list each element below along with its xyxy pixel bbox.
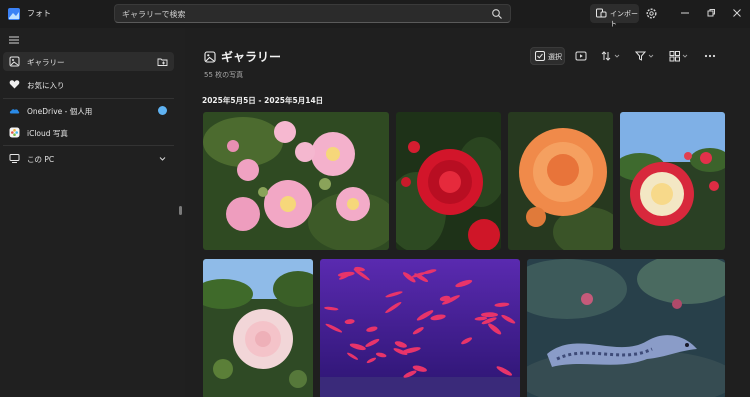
sync-status-icon (158, 106, 167, 115)
photo-red-rose[interactable] (396, 112, 501, 250)
onedrive-icon (9, 109, 20, 114)
minimize-icon[interactable] (679, 7, 691, 19)
sort-icon[interactable] (601, 50, 621, 62)
sidebar-item-onedrive[interactable]: OneDrive - 個人用 (3, 101, 174, 120)
add-folder-icon[interactable] (157, 56, 168, 67)
photo-white-pink-rose[interactable] (203, 259, 313, 397)
checkbox-icon (535, 51, 545, 61)
pc-icon (9, 154, 20, 163)
select-button[interactable]: 選択 (530, 47, 565, 65)
import-icon (596, 8, 607, 18)
sidebar-item-icloud[interactable]: iCloud 写真 (3, 123, 174, 142)
app-title: フォト (27, 9, 51, 18)
restore-icon[interactable] (705, 7, 717, 19)
photos-app-icon (8, 8, 20, 20)
sidebar-divider (3, 98, 174, 99)
heart-icon (9, 80, 20, 89)
search-icon[interactable] (491, 8, 503, 20)
slideshow-icon[interactable] (575, 50, 587, 62)
gear-icon[interactable] (645, 7, 658, 20)
date-group-header: 2025年5月5日 - 2025年5月14日 (202, 96, 324, 105)
import-button[interactable]: インポート (590, 4, 639, 28)
sidebar-item-label: お気に入り (27, 81, 65, 90)
sidebar-item-label: ギャラリー (27, 58, 65, 67)
sidebar-divider (3, 145, 174, 146)
photo-count: 55 枚の写真 (204, 71, 244, 79)
filter-icon[interactable] (635, 50, 655, 62)
sidebar-item-this-pc[interactable]: この PC (3, 149, 174, 168)
search-placeholder[interactable]: ギャラリーで検索 (122, 9, 186, 20)
photo-aquarium-red-fish[interactable] (320, 259, 520, 397)
chevron-down-icon[interactable] (157, 153, 168, 164)
select-label: 選択 (548, 53, 562, 61)
gallery-icon (204, 51, 216, 63)
gallery-icon (9, 56, 20, 67)
sidebar-item-gallery[interactable]: ギャラリー (3, 52, 174, 71)
icloud-icon (9, 127, 20, 138)
sidebar-item-label: OneDrive - 個人用 (27, 107, 93, 116)
hamburger-menu-icon[interactable] (8, 35, 20, 45)
view-options-icon[interactable] (669, 50, 689, 62)
page-title: ギャラリー (221, 50, 282, 64)
photo-orange-rose[interactable] (508, 112, 613, 250)
sidebar: ギャラリー お気に入り OneDrive - 個人用 iCloud 写真 この … (0, 28, 178, 397)
sidebar-item-label: この PC (27, 155, 55, 164)
import-label: インポート (610, 10, 638, 28)
search-box[interactable]: ギャラリーで検索 (114, 4, 511, 23)
photo-aquarium-moray-eel[interactable] (527, 259, 725, 397)
close-icon[interactable] (731, 7, 743, 19)
sidebar-item-label: iCloud 写真 (27, 129, 68, 138)
main-content: ギャラリー 55 枚の写真 選択 2025年5月5日 - 2025年5月14日 (185, 28, 750, 397)
photo-red-white-rose[interactable] (620, 112, 725, 250)
more-options-icon[interactable] (703, 50, 717, 62)
photo-pink-climbing-roses[interactable] (203, 112, 389, 250)
title-bar: フォト ギャラリーで検索 インポート (0, 0, 750, 28)
sidebar-resize-handle[interactable] (179, 206, 182, 215)
sidebar-item-favorites[interactable]: お気に入り (3, 75, 174, 94)
